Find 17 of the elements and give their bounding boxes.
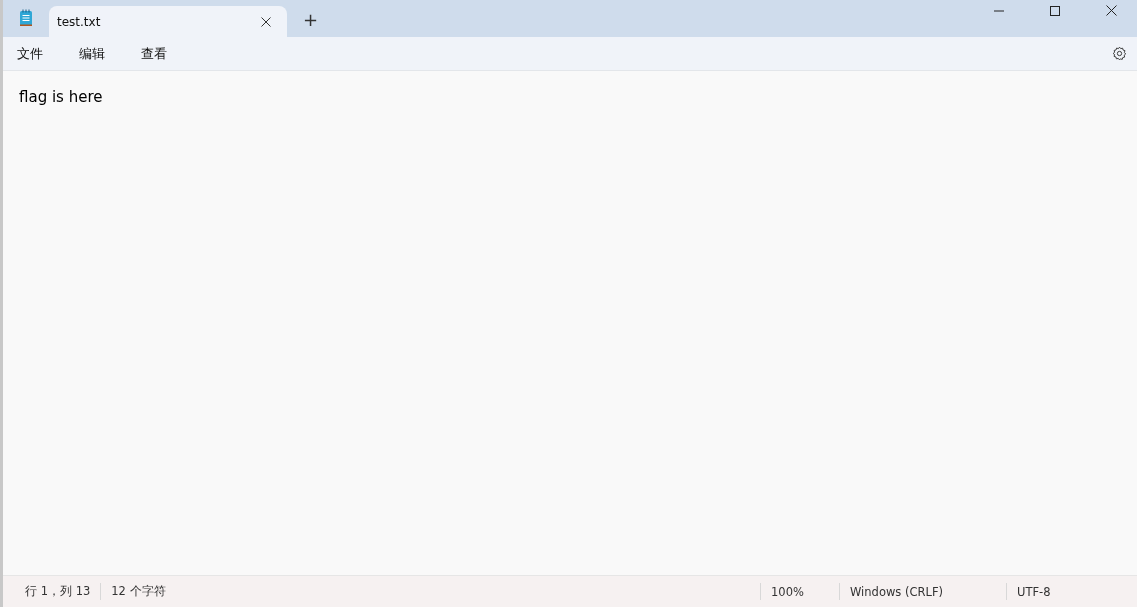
settings-icon[interactable] [1112,46,1127,61]
menu-item[interactable]: 编辑 [69,40,115,67]
maximize-icon[interactable] [1050,6,1060,16]
menu-item[interactable]: 文件 [7,40,53,67]
character-count: 12 个字符 [111,584,167,599]
close-icon[interactable] [1106,5,1117,16]
cursor-position: 行 1，列 13 [25,584,92,599]
zoom-level: 100% [771,584,805,599]
file-tab[interactable]: test.txt [49,6,287,37]
menu-item[interactable]: 查看 [131,40,177,67]
line-ending: Windows (CRLF) [850,584,944,599]
notepad-icon [19,9,33,27]
new-tab-button[interactable]: + [297,5,325,33]
editor-text: flag is here [19,88,103,106]
encoding: UTF-8 [1017,584,1052,599]
text-editor[interactable]: flag is here [3,71,1137,575]
close-icon[interactable] [261,16,271,27]
